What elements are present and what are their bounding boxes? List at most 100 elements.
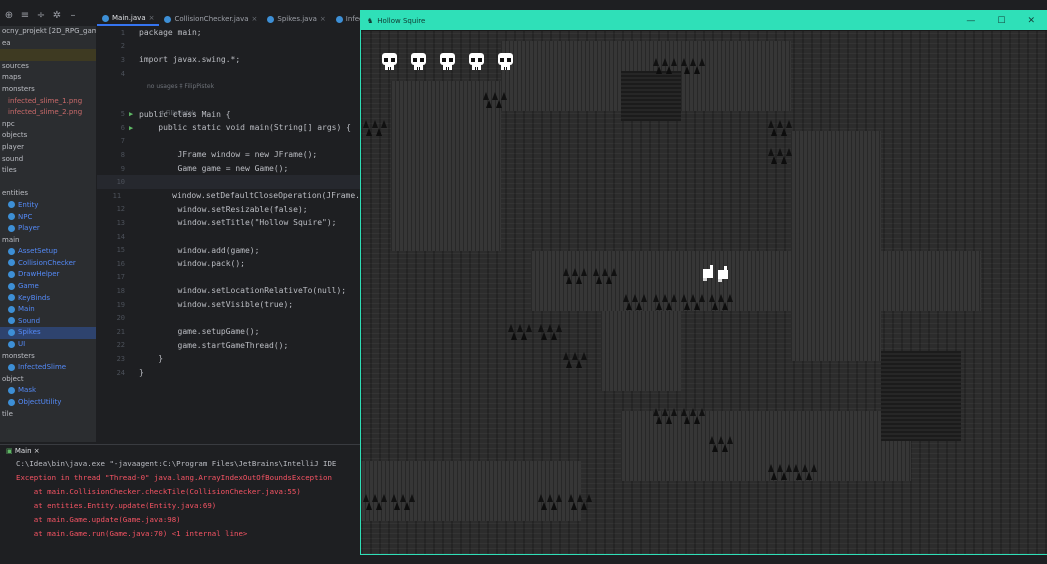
tree-item[interactable]: InfectedSlime xyxy=(0,362,96,374)
code-line[interactable]: 23 } xyxy=(97,352,360,366)
tree-item-label: sound xyxy=(2,154,24,163)
code-line[interactable]: 3 import javax.swing.*; xyxy=(97,53,360,67)
tree-item[interactable]: main xyxy=(0,235,96,247)
code-line[interactable]: 12 window.setResizable(false); xyxy=(97,203,360,217)
close-tab-icon[interactable]: × xyxy=(320,15,326,23)
tree-item[interactable]: object xyxy=(0,374,96,386)
tree-item[interactable]: Player xyxy=(0,223,96,235)
tree-item[interactable]: NPC xyxy=(0,212,96,224)
tree-item[interactable]: maps xyxy=(0,72,96,84)
tree-item[interactable]: DrawHelper xyxy=(0,269,96,281)
code-line[interactable]: 15 window.add(game); xyxy=(97,243,360,257)
code-line[interactable]: 4 xyxy=(97,67,360,81)
tree-item[interactable]: ea xyxy=(0,38,96,50)
spike-trap xyxy=(506,323,534,341)
code-line[interactable]: 1 package main; xyxy=(97,26,360,40)
line-number: 23 xyxy=(116,354,125,363)
tree-item[interactable]: infected_slime_1.png xyxy=(0,96,96,108)
code-text: window.setTitle("Hollow Squire"); xyxy=(139,218,337,228)
tree-item[interactable]: KeyBinds xyxy=(0,293,96,305)
tree-item[interactable]: Entity xyxy=(0,200,96,212)
spike-trap xyxy=(361,493,389,511)
editor-tab[interactable]: Main.java × xyxy=(97,12,160,26)
tree-item[interactable]: monsters xyxy=(0,351,96,363)
tree-item[interactable]: tiles xyxy=(0,165,96,177)
code-editor[interactable]: no usages ‡ FilipPistek ‡ FilipPistek 1p… xyxy=(97,26,360,442)
life-skull-icon xyxy=(497,52,514,71)
code-line[interactable]: 5 ▶ public class Main { xyxy=(97,107,360,121)
code-text: import javax.swing.*; xyxy=(139,55,241,65)
minimize-button[interactable]: — xyxy=(966,16,975,26)
tree-item[interactable]: sound xyxy=(0,154,96,166)
tree-item[interactable]: ocny_projekt [2D_RPG_gam xyxy=(0,26,96,38)
tree-item-label: sources xyxy=(2,61,29,70)
collapse-icon[interactable]: ≡ xyxy=(20,10,30,21)
code-line[interactable]: 24} xyxy=(97,366,360,380)
tree-item[interactable]: entities xyxy=(0,188,96,200)
run-gutter-icon[interactable]: ▶ xyxy=(129,124,139,132)
tree-item[interactable]: Game xyxy=(0,281,96,293)
spike-trap xyxy=(679,293,707,311)
code-line[interactable]: 9 Game game = new Game(); xyxy=(97,162,360,176)
code-line[interactable]: 16 window.pack(); xyxy=(97,257,360,271)
tree-item[interactable]: tile xyxy=(0,409,96,421)
code-line[interactable]: 11 window.setDefaultCloseOperation(JFram… xyxy=(97,189,360,203)
tree-item[interactable]: sources xyxy=(0,61,96,73)
code-line[interactable]: 8 JFrame window = new JFrame(); xyxy=(97,148,360,162)
spike-trap xyxy=(707,435,735,453)
tree-item[interactable]: CollisionChecker xyxy=(0,258,96,270)
tree-item-label: KeyBinds xyxy=(18,293,50,302)
code-text: } xyxy=(139,368,144,378)
tree-item[interactable]: player xyxy=(0,142,96,154)
close-tab-icon[interactable]: × xyxy=(252,15,258,23)
java-class-icon xyxy=(335,15,343,23)
run-gutter-icon[interactable]: ▶ xyxy=(129,110,139,118)
line-number: 15 xyxy=(116,246,125,255)
code-line[interactable]: 14 xyxy=(97,230,360,244)
close-button[interactable]: ✕ xyxy=(1027,16,1035,26)
line-number: 14 xyxy=(116,232,125,241)
hide-icon[interactable]: – xyxy=(68,10,78,21)
class-icon xyxy=(8,294,15,302)
close-tab-icon[interactable]: × xyxy=(149,14,155,22)
code-line[interactable]: 13 window.setTitle("Hollow Squire"); xyxy=(97,216,360,230)
tree-item[interactable]: Spikes xyxy=(0,327,96,340)
tree-item[interactable] xyxy=(0,177,96,189)
code-text: window.add(game); xyxy=(139,245,260,255)
locate-icon[interactable]: ⊕ xyxy=(4,10,14,21)
console-tab-main[interactable]: ▣ Main × xyxy=(0,445,360,457)
gear-icon[interactable]: ✲ xyxy=(52,10,62,21)
tree-item[interactable]: Sound xyxy=(0,316,96,328)
editor-tab[interactable]: CollisionChecker.java × xyxy=(159,12,262,26)
code-line[interactable]: 19 window.setVisible(true); xyxy=(97,298,360,312)
tree-item[interactable]: UI xyxy=(0,339,96,351)
code-line[interactable]: 10 xyxy=(97,175,360,189)
tree-item[interactable]: Main xyxy=(0,304,96,316)
code-line[interactable]: 7 xyxy=(97,135,360,149)
tree-item[interactable]: Mask xyxy=(0,385,96,397)
tree-item[interactable]: objects xyxy=(0,130,96,142)
tree-item[interactable]: npc xyxy=(0,119,96,131)
code-line[interactable]: 2 xyxy=(97,40,360,54)
maximize-button[interactable]: ☐ xyxy=(997,16,1005,26)
game-titlebar[interactable]: ♞ Hollow Squire — ☐ ✕ xyxy=(361,11,1047,30)
code-line[interactable]: 17 xyxy=(97,271,360,285)
expand-icon[interactable]: ÷ xyxy=(36,10,46,21)
editor-tab[interactable]: Infected× xyxy=(331,12,360,26)
game-canvas[interactable] xyxy=(361,31,1047,554)
code-line[interactable]: 21 game.setupGame(); xyxy=(97,325,360,339)
spike-trap xyxy=(389,493,417,511)
code-line[interactable]: 6 ▶ public static void main(String[] args… xyxy=(97,121,360,135)
game-window[interactable]: ♞ Hollow Squire — ☐ ✕ xyxy=(360,10,1047,555)
tree-item[interactable]: ObjectUtility xyxy=(0,397,96,409)
tree-item[interactable]: AssetSetup xyxy=(0,246,96,258)
code-line[interactable]: 18 window.setLocationRelativeTo(null); xyxy=(97,284,360,298)
editor-tab[interactable]: Spikes.java × xyxy=(262,12,330,26)
line-number: 19 xyxy=(116,300,125,309)
tree-item[interactable]: infected_slime_2.png xyxy=(0,107,96,119)
tree-item[interactable] xyxy=(0,49,96,61)
tree-item[interactable]: monsters xyxy=(0,84,96,96)
code-line[interactable]: 22 game.startGameThread(); xyxy=(97,339,360,353)
code-line[interactable]: 20 xyxy=(97,311,360,325)
run-console[interactable]: ▣ Main × C:\Idea\bin\java.exe "-javaagen… xyxy=(0,444,360,564)
